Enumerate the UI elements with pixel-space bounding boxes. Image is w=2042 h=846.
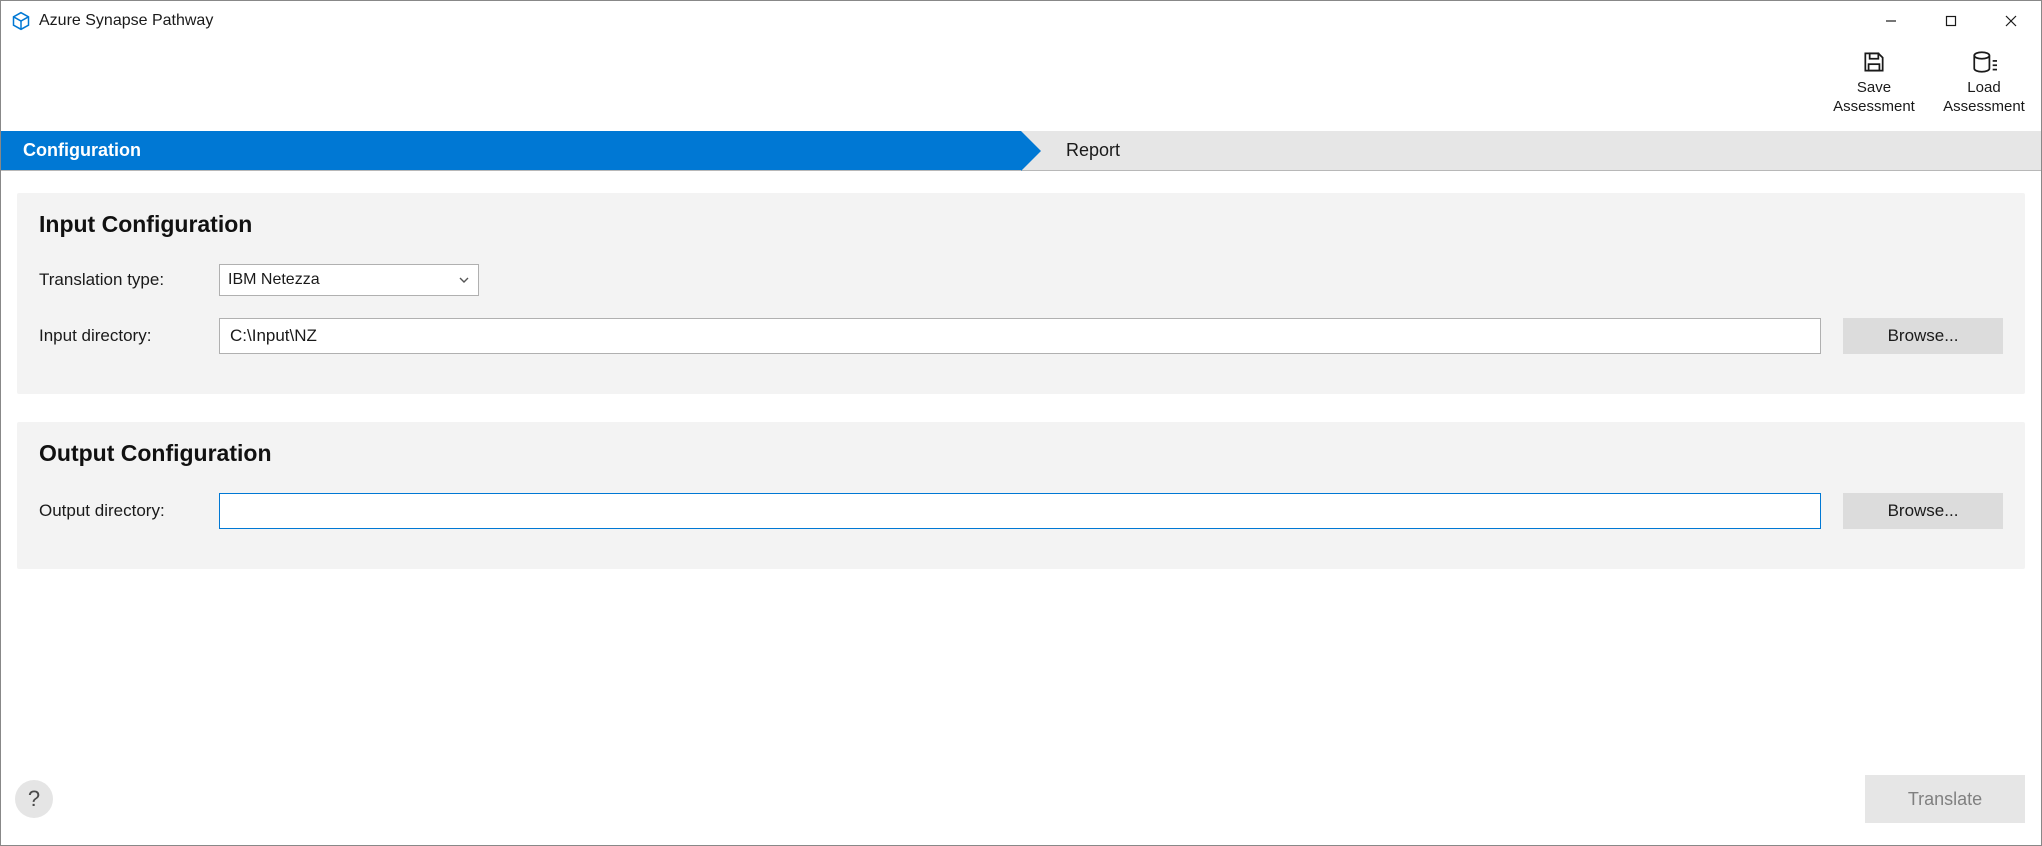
translation-type-select[interactable]: IBM Netezza xyxy=(219,264,479,296)
wizard-step-report[interactable]: Report xyxy=(1021,131,1120,170)
load-label-line2: Assessment xyxy=(1943,98,2025,115)
minimize-button[interactable] xyxy=(1861,1,1921,41)
output-directory-field[interactable] xyxy=(219,493,1821,529)
window-title: Azure Synapse Pathway xyxy=(39,12,213,30)
output-directory-label: Output directory: xyxy=(39,501,219,521)
translate-button[interactable]: Translate xyxy=(1865,775,2025,823)
chevron-down-icon xyxy=(458,274,470,286)
translation-type-value: IBM Netezza xyxy=(228,271,320,289)
save-label-line2: Assessment xyxy=(1833,98,1915,115)
translation-type-row: Translation type: IBM Netezza xyxy=(39,264,2003,296)
toolbar: Save Assessment Load Assessment xyxy=(1,41,2041,131)
load-label-line1: Load xyxy=(1967,79,2000,96)
input-directory-row: Input directory: Browse... xyxy=(39,318,2003,354)
wizard-step-label: Report xyxy=(1021,140,1120,161)
content-area: Input Configuration Translation type: IB… xyxy=(1,171,2041,569)
input-directory-label: Input directory: xyxy=(39,326,219,346)
help-button[interactable]: ? xyxy=(15,780,53,818)
save-icon xyxy=(1861,49,1887,75)
wizard-step-label: Configuration xyxy=(1,140,141,161)
output-directory-row: Output directory: Browse... xyxy=(39,493,2003,529)
titlebar-left: Azure Synapse Pathway xyxy=(11,11,213,31)
close-button[interactable] xyxy=(1981,1,2041,41)
app-icon xyxy=(11,11,31,31)
load-assessment-button[interactable]: Load Assessment xyxy=(1939,49,2029,117)
window-controls xyxy=(1861,1,2041,41)
wizard-steps: Configuration Report xyxy=(1,131,2041,171)
input-browse-button[interactable]: Browse... xyxy=(1843,318,2003,354)
titlebar: Azure Synapse Pathway xyxy=(1,1,2041,41)
save-assessment-button[interactable]: Save Assessment xyxy=(1829,49,1919,117)
input-directory-field[interactable] xyxy=(219,318,1821,354)
translation-type-label: Translation type: xyxy=(39,270,219,290)
maximize-button[interactable] xyxy=(1921,1,1981,41)
panel-title: Output Configuration xyxy=(39,440,2003,467)
wizard-step-configuration[interactable]: Configuration xyxy=(1,131,1021,170)
load-icon xyxy=(1971,49,1997,75)
footer: ? Translate xyxy=(1,765,2041,845)
save-label-line1: Save xyxy=(1857,79,1891,96)
panel-title: Input Configuration xyxy=(39,211,2003,238)
output-browse-button[interactable]: Browse... xyxy=(1843,493,2003,529)
input-configuration-panel: Input Configuration Translation type: IB… xyxy=(17,193,2025,394)
output-configuration-panel: Output Configuration Output directory: B… xyxy=(17,422,2025,569)
